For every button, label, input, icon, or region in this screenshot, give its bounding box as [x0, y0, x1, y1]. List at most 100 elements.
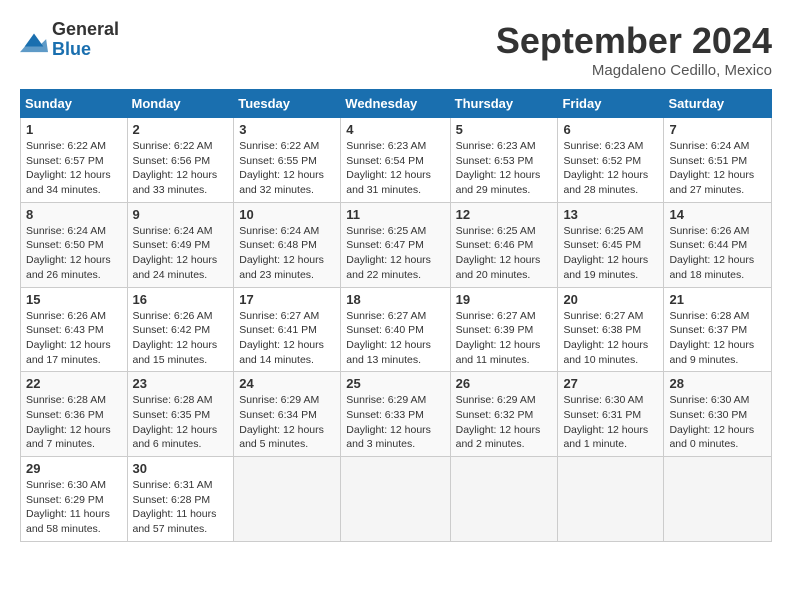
calendar-cell: [450, 457, 558, 542]
day-number: 8: [26, 207, 122, 222]
day-number: 13: [563, 207, 658, 222]
day-number: 10: [239, 207, 335, 222]
calendar-cell: 7 Sunrise: 6:24 AMSunset: 6:51 PMDayligh…: [664, 118, 772, 203]
calendar-cell: [558, 457, 664, 542]
day-detail: Sunrise: 6:26 AMSunset: 6:44 PMDaylight:…: [669, 225, 754, 281]
day-number: 17: [239, 292, 335, 307]
calendar-cell: 6 Sunrise: 6:23 AMSunset: 6:52 PMDayligh…: [558, 118, 664, 203]
calendar-header-row: SundayMondayTuesdayWednesdayThursdayFrid…: [21, 90, 772, 118]
calendar-cell: 19 Sunrise: 6:27 AMSunset: 6:39 PMDaylig…: [450, 287, 558, 372]
day-number: 25: [346, 376, 444, 391]
col-header-monday: Monday: [127, 90, 234, 118]
calendar-cell: 28 Sunrise: 6:30 AMSunset: 6:30 PMDaylig…: [664, 372, 772, 457]
calendar-cell: 12 Sunrise: 6:25 AMSunset: 6:46 PMDaylig…: [450, 202, 558, 287]
day-detail: Sunrise: 6:24 AMSunset: 6:48 PMDaylight:…: [239, 225, 324, 281]
location-subtitle: Magdaleno Cedillo, Mexico: [496, 62, 772, 79]
calendar-week-row: 29 Sunrise: 6:30 AMSunset: 6:29 PMDaylig…: [21, 457, 772, 542]
calendar-cell: 14 Sunrise: 6:26 AMSunset: 6:44 PMDaylig…: [664, 202, 772, 287]
day-number: 29: [26, 461, 122, 476]
day-number: 14: [669, 207, 766, 222]
page-header: General Blue September 2024 Magdaleno Ce…: [20, 20, 772, 79]
calendar-cell: 21 Sunrise: 6:28 AMSunset: 6:37 PMDaylig…: [664, 287, 772, 372]
day-number: 30: [133, 461, 229, 476]
col-header-tuesday: Tuesday: [234, 90, 341, 118]
day-number: 27: [563, 376, 658, 391]
day-detail: Sunrise: 6:31 AMSunset: 6:28 PMDaylight:…: [133, 479, 217, 535]
day-detail: Sunrise: 6:24 AMSunset: 6:51 PMDaylight:…: [669, 140, 754, 196]
logo-blue-text: Blue: [52, 40, 119, 60]
day-detail: Sunrise: 6:28 AMSunset: 6:37 PMDaylight:…: [669, 310, 754, 366]
logo-icon: [20, 26, 48, 54]
calendar-cell: 20 Sunrise: 6:27 AMSunset: 6:38 PMDaylig…: [558, 287, 664, 372]
day-number: 9: [133, 207, 229, 222]
title-area: September 2024 Magdaleno Cedillo, Mexico: [496, 20, 772, 79]
day-detail: Sunrise: 6:25 AMSunset: 6:46 PMDaylight:…: [456, 225, 541, 281]
calendar-cell: 18 Sunrise: 6:27 AMSunset: 6:40 PMDaylig…: [341, 287, 450, 372]
day-detail: Sunrise: 6:24 AMSunset: 6:50 PMDaylight:…: [26, 225, 111, 281]
calendar-cell: 22 Sunrise: 6:28 AMSunset: 6:36 PMDaylig…: [21, 372, 128, 457]
day-detail: Sunrise: 6:23 AMSunset: 6:54 PMDaylight:…: [346, 140, 431, 196]
calendar-cell: 29 Sunrise: 6:30 AMSunset: 6:29 PMDaylig…: [21, 457, 128, 542]
day-detail: Sunrise: 6:26 AMSunset: 6:43 PMDaylight:…: [26, 310, 111, 366]
calendar-cell: 1 Sunrise: 6:22 AMSunset: 6:57 PMDayligh…: [21, 118, 128, 203]
calendar-cell: 24 Sunrise: 6:29 AMSunset: 6:34 PMDaylig…: [234, 372, 341, 457]
day-number: 15: [26, 292, 122, 307]
day-detail: Sunrise: 6:30 AMSunset: 6:29 PMDaylight:…: [26, 479, 110, 535]
day-number: 19: [456, 292, 553, 307]
day-detail: Sunrise: 6:27 AMSunset: 6:41 PMDaylight:…: [239, 310, 324, 366]
calendar-cell: 8 Sunrise: 6:24 AMSunset: 6:50 PMDayligh…: [21, 202, 128, 287]
calendar-cell: 4 Sunrise: 6:23 AMSunset: 6:54 PMDayligh…: [341, 118, 450, 203]
day-number: 12: [456, 207, 553, 222]
day-detail: Sunrise: 6:24 AMSunset: 6:49 PMDaylight:…: [133, 225, 218, 281]
calendar-week-row: 1 Sunrise: 6:22 AMSunset: 6:57 PMDayligh…: [21, 118, 772, 203]
day-detail: Sunrise: 6:30 AMSunset: 6:31 PMDaylight:…: [563, 394, 648, 450]
day-number: 1: [26, 122, 122, 137]
day-number: 5: [456, 122, 553, 137]
calendar-cell: 5 Sunrise: 6:23 AMSunset: 6:53 PMDayligh…: [450, 118, 558, 203]
logo-general-text: General: [52, 20, 119, 40]
day-number: 23: [133, 376, 229, 391]
day-number: 24: [239, 376, 335, 391]
calendar-cell: 3 Sunrise: 6:22 AMSunset: 6:55 PMDayligh…: [234, 118, 341, 203]
calendar-cell: 10 Sunrise: 6:24 AMSunset: 6:48 PMDaylig…: [234, 202, 341, 287]
day-number: 22: [26, 376, 122, 391]
day-detail: Sunrise: 6:28 AMSunset: 6:35 PMDaylight:…: [133, 394, 218, 450]
col-header-saturday: Saturday: [664, 90, 772, 118]
month-title: September 2024: [496, 20, 772, 62]
calendar-cell: 11 Sunrise: 6:25 AMSunset: 6:47 PMDaylig…: [341, 202, 450, 287]
calendar-cell: 13 Sunrise: 6:25 AMSunset: 6:45 PMDaylig…: [558, 202, 664, 287]
calendar-cell: 25 Sunrise: 6:29 AMSunset: 6:33 PMDaylig…: [341, 372, 450, 457]
calendar-week-row: 15 Sunrise: 6:26 AMSunset: 6:43 PMDaylig…: [21, 287, 772, 372]
col-header-wednesday: Wednesday: [341, 90, 450, 118]
day-detail: Sunrise: 6:28 AMSunset: 6:36 PMDaylight:…: [26, 394, 111, 450]
day-number: 20: [563, 292, 658, 307]
calendar-cell: [341, 457, 450, 542]
day-number: 3: [239, 122, 335, 137]
day-number: 16: [133, 292, 229, 307]
day-number: 2: [133, 122, 229, 137]
day-detail: Sunrise: 6:29 AMSunset: 6:32 PMDaylight:…: [456, 394, 541, 450]
day-number: 11: [346, 207, 444, 222]
day-detail: Sunrise: 6:27 AMSunset: 6:38 PMDaylight:…: [563, 310, 648, 366]
calendar-cell: [234, 457, 341, 542]
calendar-cell: 27 Sunrise: 6:30 AMSunset: 6:31 PMDaylig…: [558, 372, 664, 457]
day-number: 4: [346, 122, 444, 137]
calendar-cell: [664, 457, 772, 542]
day-detail: Sunrise: 6:27 AMSunset: 6:39 PMDaylight:…: [456, 310, 541, 366]
calendar-cell: 30 Sunrise: 6:31 AMSunset: 6:28 PMDaylig…: [127, 457, 234, 542]
day-number: 7: [669, 122, 766, 137]
calendar-cell: 16 Sunrise: 6:26 AMSunset: 6:42 PMDaylig…: [127, 287, 234, 372]
calendar-week-row: 8 Sunrise: 6:24 AMSunset: 6:50 PMDayligh…: [21, 202, 772, 287]
day-number: 26: [456, 376, 553, 391]
day-detail: Sunrise: 6:25 AMSunset: 6:47 PMDaylight:…: [346, 225, 431, 281]
logo: General Blue: [20, 20, 119, 60]
day-detail: Sunrise: 6:23 AMSunset: 6:52 PMDaylight:…: [563, 140, 648, 196]
day-detail: Sunrise: 6:25 AMSunset: 6:45 PMDaylight:…: [563, 225, 648, 281]
calendar-cell: 2 Sunrise: 6:22 AMSunset: 6:56 PMDayligh…: [127, 118, 234, 203]
day-detail: Sunrise: 6:29 AMSunset: 6:33 PMDaylight:…: [346, 394, 431, 450]
day-detail: Sunrise: 6:27 AMSunset: 6:40 PMDaylight:…: [346, 310, 431, 366]
calendar-cell: 26 Sunrise: 6:29 AMSunset: 6:32 PMDaylig…: [450, 372, 558, 457]
calendar-cell: 9 Sunrise: 6:24 AMSunset: 6:49 PMDayligh…: [127, 202, 234, 287]
day-detail: Sunrise: 6:22 AMSunset: 6:55 PMDaylight:…: [239, 140, 324, 196]
col-header-friday: Friday: [558, 90, 664, 118]
